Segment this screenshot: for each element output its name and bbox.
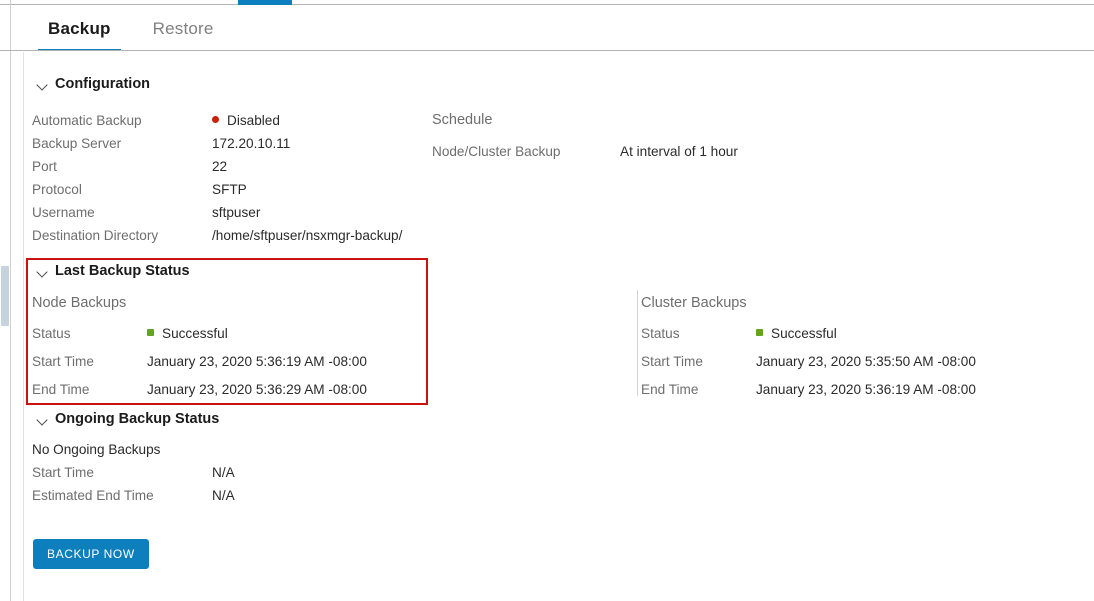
section-header-configuration[interactable]: Configuration <box>37 76 150 92</box>
row-ongoing-estimated-end-time: Estimated End Time N/A <box>32 484 452 507</box>
row-node-end-time: End Time January 23, 2020 5:36:29 AM -08… <box>32 376 432 404</box>
value-ongoing-start-time: N/A <box>212 465 235 480</box>
status-dot-successful-icon <box>147 329 154 336</box>
row-protocol: Protocol SFTP <box>32 178 442 201</box>
label-automatic-backup: Automatic Backup <box>32 113 142 128</box>
value-cluster-status: Successful <box>756 320 837 348</box>
status-dot-successful-icon <box>756 329 763 336</box>
chevron-down-icon <box>37 79 48 90</box>
section-header-ongoing-backup-status[interactable]: Ongoing Backup Status <box>37 411 219 427</box>
node-backups-title: Node Backups <box>32 295 127 311</box>
row-cluster-status: Status Successful <box>641 320 1061 348</box>
value-node-end-time: January 23, 2020 5:36:29 AM -08:00 <box>147 382 367 397</box>
value-username: sftpuser <box>212 205 261 220</box>
label-ongoing-start-time: Start Time <box>32 465 94 480</box>
schedule-title: Schedule <box>432 112 493 128</box>
value-protocol: SFTP <box>212 182 247 197</box>
label-username: Username <box>32 205 95 220</box>
backup-content: Configuration Automatic Backup Disabled … <box>24 51 1094 601</box>
ongoing-backup-message: No Ongoing Backups <box>32 442 161 457</box>
tab-bar: Backup Restore <box>11 5 1094 52</box>
row-cluster-end-time: End Time January 23, 2020 5:36:19 AM -08… <box>641 376 1061 404</box>
row-automatic-backup: Automatic Backup Disabled <box>32 109 442 132</box>
value-node-status: Successful <box>147 320 228 348</box>
value-automatic-backup: Disabled <box>212 109 280 132</box>
label-node-start-time: Start Time <box>32 354 94 369</box>
tab-list: Backup Restore <box>38 19 224 52</box>
label-port: Port <box>32 159 57 174</box>
label-cluster-status: Status <box>641 326 680 341</box>
cluster-backups-group: Cluster Backups Status Successful Start … <box>641 292 1061 404</box>
value-cluster-end-time: January 23, 2020 5:36:19 AM -08:00 <box>756 382 976 397</box>
label-backup-server: Backup Server <box>32 136 122 151</box>
vertical-scrollbar-thumb[interactable] <box>1 266 9 326</box>
label-protocol: Protocol <box>32 182 82 197</box>
backup-page: Backup Restore Configuration Automatic B… <box>0 0 1094 601</box>
row-username: Username sftpuser <box>32 201 442 224</box>
chevron-down-icon <box>37 266 48 277</box>
node-backups-group: Node Backups Status Successful Start Tim… <box>32 292 432 404</box>
label-destination-directory: Destination Directory <box>32 228 159 243</box>
label-node-cluster-backup: Node/Cluster Backup <box>432 144 561 159</box>
row-cluster-start-time: Start Time January 23, 2020 5:35:50 AM -… <box>641 348 1061 376</box>
section-header-last-backup-status[interactable]: Last Backup Status <box>37 263 190 279</box>
tab-backup[interactable]: Backup <box>38 19 121 52</box>
panel-edge-outer <box>10 0 11 601</box>
row-node-cluster-backup: Node/Cluster Backup At interval of 1 hou… <box>432 140 832 163</box>
section-title-configuration: Configuration <box>55 76 151 92</box>
row-destination-directory: Destination Directory /home/sftpuser/nsx… <box>32 224 442 247</box>
section-title-ongoing-backup-status: Ongoing Backup Status <box>55 411 220 427</box>
label-cluster-end-time: End Time <box>641 382 699 397</box>
chevron-down-icon <box>37 414 48 425</box>
value-node-start-time: January 23, 2020 5:36:19 AM -08:00 <box>147 354 367 369</box>
row-node-start-time: Start Time January 23, 2020 5:36:19 AM -… <box>32 348 432 376</box>
value-cluster-start-time: January 23, 2020 5:35:50 AM -08:00 <box>756 354 976 369</box>
row-node-status: Status Successful <box>32 320 432 348</box>
row-backup-server: Backup Server 172.20.10.11 <box>32 132 442 155</box>
value-node-cluster-backup: At interval of 1 hour <box>620 144 738 159</box>
label-ongoing-estimated-end-time: Estimated End Time <box>32 488 154 503</box>
section-title-last-backup-status: Last Backup Status <box>55 263 190 279</box>
backup-now-button[interactable]: BACKUP NOW <box>33 539 149 569</box>
tab-restore[interactable]: Restore <box>143 19 224 52</box>
value-port: 22 <box>212 159 228 174</box>
configuration-details-right: Schedule Node/Cluster Backup At interval… <box>432 109 832 163</box>
configuration-details-left: Automatic Backup Disabled Backup Server … <box>32 109 442 247</box>
row-ongoing-start-time: Start Time N/A <box>32 461 452 484</box>
cluster-backups-divider <box>637 290 638 396</box>
cluster-backups-title: Cluster Backups <box>641 295 747 311</box>
row-port: Port 22 <box>32 155 442 178</box>
status-dot-disabled-icon <box>212 116 219 123</box>
label-cluster-start-time: Start Time <box>641 354 703 369</box>
label-node-status: Status <box>32 326 71 341</box>
value-ongoing-estimated-end-time: N/A <box>212 488 235 503</box>
label-node-end-time: End Time <box>32 382 90 397</box>
ongoing-backup-details: No Ongoing Backups Start Time N/A Estima… <box>32 438 452 507</box>
value-backup-server: 172.20.10.11 <box>212 136 291 151</box>
value-destination-directory: /home/sftpuser/nsxmgr-backup/ <box>212 228 403 243</box>
